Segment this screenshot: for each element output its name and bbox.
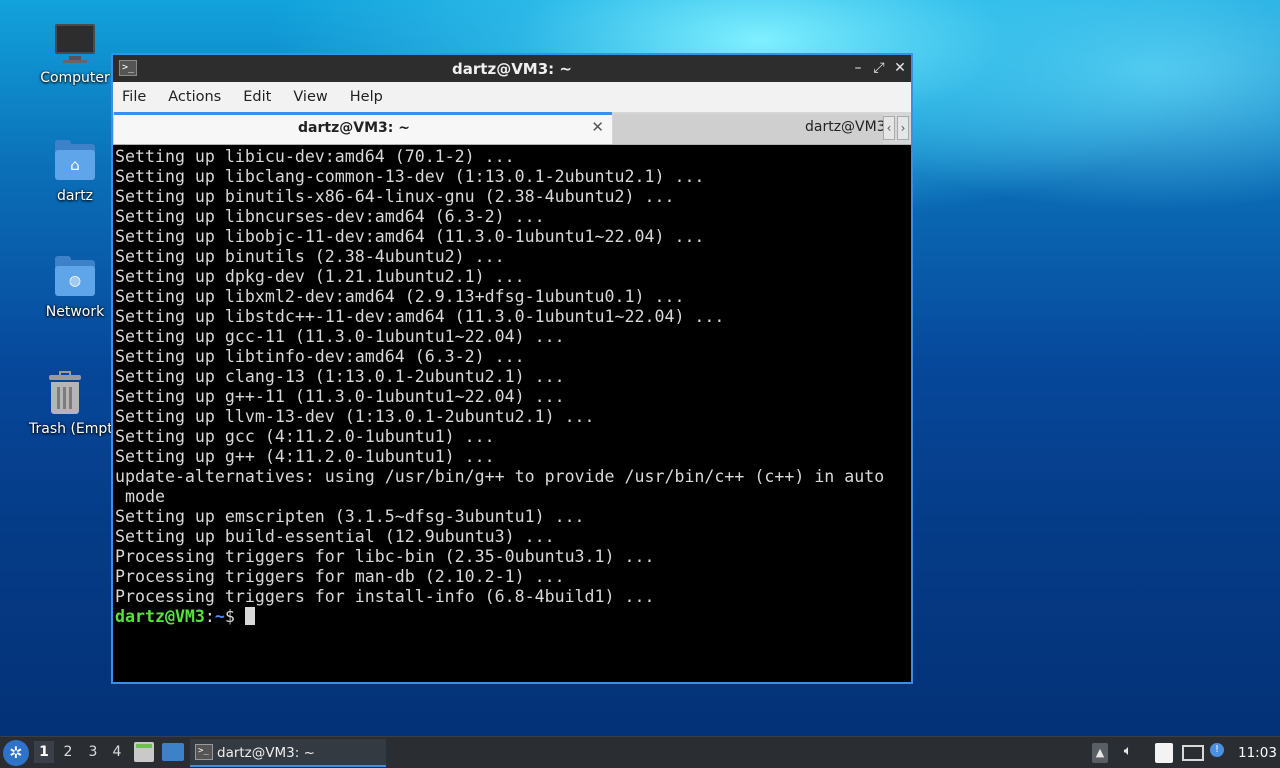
desktop-icon-trash[interactable]: Trash (Empty)	[16, 371, 114, 437]
terminal-line: Setting up libclang-common-13-dev (1:13.…	[115, 167, 705, 186]
terminal-line: Setting up clang-13 (1:13.0.1-2ubuntu2.1…	[115, 367, 565, 386]
volume-icon[interactable]: 🔈︎	[1118, 743, 1138, 759]
computer-icon	[53, 22, 97, 66]
terminal-output[interactable]: Setting up libicu-dev:amd64 (70.1-2) ...…	[113, 145, 911, 682]
network-icon[interactable]	[1182, 745, 1204, 761]
terminal-line: Setting up libstdc++-11-dev:amd64 (11.3.…	[115, 307, 725, 326]
terminal-line: Setting up binutils-x86-64-linux-gnu (2.…	[115, 187, 675, 206]
text-cursor	[244, 607, 255, 625]
terminal-line: Setting up llvm-13-dev (1:13.0.1-2ubuntu…	[115, 407, 595, 426]
window-titlebar[interactable]: >_ dartz@VM3: ~ – ⤢ ✕	[113, 55, 911, 82]
menu-bar: File Actions Edit View Help	[113, 82, 911, 112]
terminal-window: >_ dartz@VM3: ~ – ⤢ ✕ File Actions Edit …	[111, 53, 913, 684]
menu-actions[interactable]: Actions	[168, 89, 221, 105]
terminal-line: Setting up libxml2-dev:amd64 (2.9.13+dfs…	[115, 287, 685, 306]
workspace-2[interactable]: 2	[58, 744, 78, 760]
prompt-separator: :	[204, 607, 215, 626]
terminal-line: Setting up g++-11 (11.3.0-1ubuntu1~22.04…	[115, 387, 565, 406]
workspace-4[interactable]: 4	[107, 744, 127, 760]
tab-label: dartz@VM3: ~	[805, 119, 883, 135]
maximize-icon[interactable]: ⤢	[871, 59, 887, 77]
clock[interactable]: 11:03	[1238, 745, 1277, 761]
window-title: dartz@VM3: ~	[452, 60, 572, 78]
workspace-1[interactable]: 1	[34, 741, 54, 763]
prompt-path: ~	[214, 607, 225, 626]
terminal-line: Setting up gcc-11 (11.3.0-1ubuntu1~22.04…	[115, 327, 565, 346]
task-label: dartz@VM3: ~	[217, 745, 315, 761]
desktop-icon-label: Trash (Empty)	[29, 421, 114, 437]
terminal-line: Setting up emscripten (3.1.5~dfsg-3ubunt…	[115, 507, 585, 526]
menu-edit[interactable]: Edit	[243, 89, 271, 105]
terminal-line: Setting up gcc (4:11.2.0-1ubuntu1) ...	[115, 427, 495, 446]
menu-view[interactable]: View	[293, 89, 327, 105]
terminal-icon: >_	[195, 744, 213, 760]
trash-icon	[43, 371, 87, 417]
terminal-line: Processing triggers for libc-bin (2.35-0…	[115, 547, 655, 566]
menu-help[interactable]: Help	[350, 89, 383, 105]
terminal-line: Setting up binutils (2.38-4ubuntu2) ...	[115, 247, 505, 266]
terminal-line: update-alternatives: using /usr/bin/g++ …	[115, 467, 885, 486]
terminal-line: Setting up libncurses-dev:amd64 (6.3-2) …	[115, 207, 545, 226]
terminal-line: mode	[115, 487, 165, 506]
up-arrow-icon[interactable]: ▲	[1092, 743, 1108, 763]
tab-close-icon[interactable]: ✕	[591, 118, 604, 136]
network-folder-icon: ◍	[53, 256, 97, 300]
prompt-user-host: dartz@VM3	[115, 607, 205, 626]
minimize-icon[interactable]: –	[850, 59, 866, 77]
workspace-3[interactable]: 3	[83, 744, 103, 760]
terminal-prompt-line: dartz@VM3:~$	[115, 607, 911, 627]
clipboard-icon[interactable]	[1155, 743, 1173, 763]
tab-scroll-left-icon[interactable]: ‹	[883, 116, 895, 140]
start-menu-icon[interactable]: ✲	[3, 740, 29, 766]
terminal-line: Processing triggers for man-db (2.10.2-1…	[115, 567, 565, 586]
tab-bar: dartz@VM3: ~ ✕ dartz@VM3: ~ ‹ ›	[113, 112, 911, 145]
terminal-line: Processing triggers for install-info (6.…	[115, 587, 655, 606]
terminal-line: Setting up dpkg-dev (1.21.1ubuntu2.1) ..…	[115, 267, 525, 286]
terminal-line: Setting up build-essential (12.9ubuntu3)…	[115, 527, 555, 546]
tab-label: dartz@VM3: ~	[298, 120, 410, 136]
close-icon[interactable]: ✕	[892, 59, 908, 77]
file-manager-launcher-icon[interactable]	[134, 742, 154, 762]
taskbar-task-terminal[interactable]: >_ dartz@VM3: ~	[190, 739, 386, 767]
folder-launcher-icon[interactable]	[162, 743, 184, 761]
terminal-line: Setting up libicu-dev:amd64 (70.1-2) ...	[115, 147, 515, 166]
taskbar: ✲ 1 2 3 4 >_ dartz@VM3: ~ ▲ 🔈︎ ! 11:03	[0, 736, 1280, 768]
menu-file[interactable]: File	[122, 89, 146, 105]
prompt-symbol: $	[224, 607, 245, 626]
terminal-line: Setting up libobjc-11-dev:amd64 (11.3.0-…	[115, 227, 705, 246]
notification-icon[interactable]: !	[1210, 743, 1224, 757]
tab-scroll-right-icon[interactable]: ›	[897, 116, 909, 140]
terminal-line: Setting up libtinfo-dev:amd64 (6.3-2) ..…	[115, 347, 525, 366]
tab-inactive[interactable]: dartz@VM3: ~	[613, 114, 883, 144]
home-folder-icon: ⌂	[53, 140, 97, 184]
terminal-line: Setting up g++ (4:11.2.0-1ubuntu1) ...	[115, 447, 495, 466]
tab-active[interactable]: dartz@VM3: ~ ✕	[114, 112, 612, 144]
